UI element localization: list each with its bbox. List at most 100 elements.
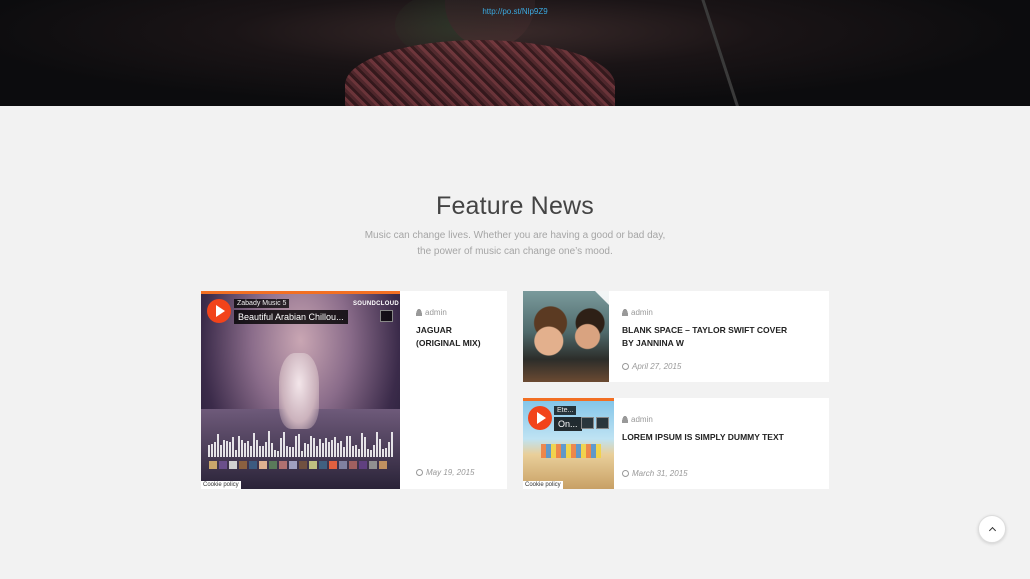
waveform-bar [286,446,288,457]
waveform-bar [343,447,345,457]
waveform-bar [304,443,306,457]
comment-avatar[interactable] [219,461,227,469]
waveform[interactable] [208,429,393,457]
post-image[interactable] [523,291,609,382]
waveform-bar [256,440,258,457]
post-card-jaguar[interactable]: Zabady Music 5 Beautiful Arabian Chillou… [201,291,507,489]
waveform-bar [262,446,264,457]
post-author-name[interactable]: admin [425,308,447,317]
soundcloud-top-bar [201,291,400,294]
comment-avatar[interactable] [299,461,307,469]
download-icon[interactable] [581,417,594,429]
post-title-line-1[interactable]: BLANK SPACE – TAYLOR SWIFT COVER [622,324,787,337]
post-author: admin [416,308,447,317]
play-button[interactable] [528,406,552,430]
waveform-bar [334,437,336,457]
waveform-bar [253,433,255,457]
artist-name[interactable]: Zabady Music 5 [234,299,290,308]
post-title-line-2[interactable]: (ORIGINAL MIX) [416,337,481,350]
post-author-name[interactable]: admin [631,308,653,317]
comment-avatar[interactable] [309,461,317,469]
comment-avatar[interactable] [379,461,387,469]
waveform-bar [235,450,237,457]
comment-avatar[interactable] [209,461,217,469]
waveform-bar [277,451,279,457]
soundcloud-top-bar [523,398,614,401]
waveform-bar [280,438,282,457]
post-title[interactable]: BLANK SPACE – TAYLOR SWIFT COVER BY JANN… [622,324,787,350]
soundcloud-logo[interactable]: SOUNDCLOUD [353,301,399,307]
post-author-name[interactable]: admin [631,415,653,424]
post-card-blank-space[interactable]: admin BLANK SPACE – TAYLOR SWIFT COVER B… [523,291,829,382]
waveform-bar [241,440,243,457]
comment-avatar[interactable] [359,461,367,469]
waveform-bar [307,444,309,457]
waveform-bar [319,439,321,457]
waveform-bar [259,446,261,457]
post-info: admin JAGUAR (ORIGINAL MIX) May 19, 2015 [416,291,506,489]
waveform-bar [298,434,300,457]
waveform-bar [301,451,303,457]
soundcloud-player[interactable]: Zabady Music 5 Beautiful Arabian Chillou… [201,291,400,489]
post-info: admin BLANK SPACE – TAYLOR SWIFT COVER B… [622,291,822,382]
waveform-bar [220,445,222,457]
post-date: May 19, 2015 [416,468,474,477]
hero-link[interactable]: http://po.st/Nlp9Z9 [0,7,1030,16]
comment-avatar[interactable] [239,461,247,469]
waveform-bar [337,443,339,457]
artist-name[interactable]: Ete... [554,406,577,415]
soundcloud-player[interactable]: Ete... On... Cookie policy [523,398,614,489]
comment-avatar[interactable] [349,461,357,469]
waveform-bar [385,448,387,457]
track-title[interactable]: Beautiful Arabian Chillou... [234,310,348,324]
waveform-bar [238,436,240,457]
scroll-to-top-button[interactable] [978,515,1006,543]
comment-avatar[interactable] [259,461,267,469]
waveform-bar [331,440,333,457]
share-icon[interactable] [596,417,609,429]
comment-avatar[interactable] [269,461,277,469]
waveform-bar [322,443,324,457]
post-date: April 27, 2015 [622,362,681,371]
section-subtitle: Music can change lives. Whether you are … [0,228,1030,260]
post-title-line-2[interactable]: BY JANNINA W [622,337,787,350]
post-card-lorem-ipsum[interactable]: Ete... On... Cookie policy admin LOREM I… [523,398,829,489]
waveform-bar [355,445,357,457]
artwork-dancer [279,353,319,429]
waveform-bar [208,445,210,457]
waveform-bar [391,432,393,457]
comment-avatar[interactable] [229,461,237,469]
comment-avatar[interactable] [329,461,337,469]
waveform-bar [271,443,273,457]
waveform-bar [247,441,249,457]
track-title[interactable]: On... [554,417,582,431]
comment-thumbnails [209,461,387,469]
play-button[interactable] [207,299,231,323]
waveform-bar [211,444,213,457]
cookie-policy-link[interactable]: Cookie policy [201,481,241,489]
section-subtitle-line-2: the power of music can change one’s mood… [417,246,613,257]
comment-avatar[interactable] [289,461,297,469]
post-date-text: May 19, 2015 [426,468,475,477]
waveform-bar [265,442,267,457]
waveform-bar [316,446,318,457]
post-title-line-1[interactable]: JAGUAR [416,324,481,337]
comment-avatar[interactable] [369,461,377,469]
comment-avatar[interactable] [319,461,327,469]
comment-avatar[interactable] [279,461,287,469]
cookie-policy-link[interactable]: Cookie policy [523,481,563,489]
hero-banner: http://po.st/Nlp9Z9 [0,0,1030,106]
section-subtitle-line-1: Music can change lives. Whether you are … [364,230,666,241]
share-icon[interactable] [380,310,393,322]
post-title[interactable]: JAGUAR (ORIGINAL MIX) [416,324,481,350]
waveform-bar [328,442,330,457]
clock-icon [622,363,629,370]
waveform-bar [268,431,270,457]
waveform-bar [313,438,315,457]
waveform-bar [292,447,294,457]
post-info: admin LOREM IPSUM IS SIMPLY DUMMY TEXT M… [622,398,822,489]
post-title[interactable]: LOREM IPSUM IS SIMPLY DUMMY TEXT [622,431,784,444]
comment-avatar[interactable] [339,461,347,469]
waveform-bar [289,447,291,457]
comment-avatar[interactable] [249,461,257,469]
